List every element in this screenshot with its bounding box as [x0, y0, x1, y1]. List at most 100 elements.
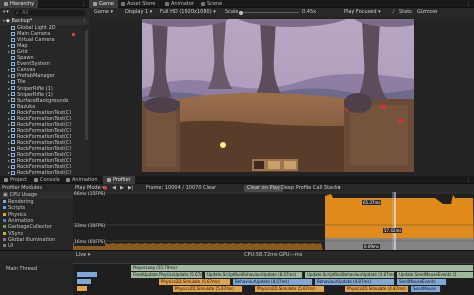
- clear-on-play-toggle[interactable]: Clear on Play: [244, 184, 283, 192]
- play-mode-dropdown[interactable]: Play Focused ▾: [341, 9, 389, 16]
- scene-root[interactable]: ▾◆ Backup*: [0, 18, 89, 25]
- scene-options-icon[interactable]: ⋮: [82, 18, 87, 24]
- category-label: UI: [8, 243, 14, 250]
- hierarchy-search-bar: +▾ ⌕ All: [0, 8, 89, 17]
- tab-hierarchy[interactable]: Hierarchy: [0, 0, 39, 8]
- timeline-bar-update-1[interactable]: Update.ScriptRunBehaviourUpdate (8.07ms): [205, 272, 303, 278]
- timeline-bar-physics-2[interactable]: Physics2D.Simulate (5.67ms): [173, 286, 243, 292]
- add-button[interactable]: +▾: [2, 9, 9, 16]
- gameobject-icon: [11, 170, 15, 175]
- thread-list: Main Thread: [0, 258, 73, 295]
- search-icon: ⌕: [16, 9, 19, 16]
- scale-slider-handle[interactable]: [239, 10, 243, 15]
- category-label: Scripts: [8, 205, 26, 212]
- timeline-bar-update-2[interactable]: Update.ScriptRunBehaviourUpdate (4.87ms): [305, 272, 395, 278]
- timeline-bar-physics-1[interactable]: Physics2D.Simulate (5.67ms): [159, 279, 231, 285]
- more-options-icon[interactable]: ⋮: [466, 176, 471, 184]
- category-color-swatch: [3, 231, 6, 235]
- gameobject-icon: [11, 128, 15, 133]
- scale-slider[interactable]: [239, 10, 299, 15]
- game-view-render[interactable]: [142, 19, 414, 172]
- gameobject-icon: [11, 37, 15, 42]
- gameobject-icon: [11, 55, 15, 60]
- profiler-icon: [107, 177, 111, 182]
- list-icon: [4, 1, 8, 6]
- record-icon[interactable]: ●: [103, 184, 107, 192]
- gizmos-button[interactable]: Gizmos: [417, 9, 435, 16]
- bottom-tabbar: Project Console Animation Profiler ⋮: [0, 176, 474, 184]
- display-mode-dropdown[interactable]: Game ▾: [91, 9, 120, 16]
- profiler-module-list: ▣ CPU Usage Rendering Scripts Physics Animat…: [0, 192, 73, 250]
- category-color-swatch: [3, 200, 6, 203]
- main-thread-label[interactable]: Main Thread: [6, 265, 37, 273]
- scale-value: 0.45x: [302, 9, 317, 15]
- gameobject-icon: [11, 92, 15, 97]
- profiler-modules-label[interactable]: Profiler Modules: [2, 184, 42, 192]
- folder-icon: [4, 177, 8, 182]
- tab-animator[interactable]: Animator: [161, 0, 198, 8]
- clear-button[interactable]: Clear: [203, 184, 216, 192]
- gameobject-icon: [11, 73, 15, 78]
- category-label: Rendering: [8, 199, 34, 205]
- gameobject-icon: [11, 79, 15, 84]
- timeline-bar-playerloop[interactable]: PlayerLoop (55.79ms): [131, 265, 474, 271]
- resolution-dropdown[interactable]: Full HD (1920x1080) ▾: [157, 9, 219, 16]
- graph-baseline-area: [73, 243, 323, 250]
- deep-profile-toggle[interactable]: Deep Profile: [281, 184, 311, 192]
- gameobject-icon: [11, 104, 15, 109]
- timeline-bar-sendmouse-2[interactable]: SendMouseEvents: [397, 279, 447, 285]
- cpu-icon: ▣: [3, 192, 8, 198]
- timeline-bar-physics-3[interactable]: Physics2D.Simulate (5.67ms): [255, 286, 325, 292]
- tab-project[interactable]: Project: [0, 176, 31, 184]
- next-frame-icon[interactable]: ▶: [120, 184, 124, 192]
- tab-asset-store[interactable]: Asset Store: [117, 0, 159, 8]
- timeline-bar-physics-4[interactable]: Physics2D.Simulate (4.87ms): [345, 286, 409, 292]
- scene-icon: [201, 1, 205, 6]
- hierarchy-scrollbar[interactable]: [85, 30, 88, 140]
- game-toolbar: Game ▾ Display 1 ▾ Full HD (1920x1080) ▾…: [89, 8, 474, 17]
- timeline-bar-behaviour-1[interactable]: BehaviourUpdate (8.07ms): [233, 279, 313, 285]
- more-options-icon[interactable]: ⋮: [81, 0, 86, 8]
- gameobject-icon: [11, 158, 15, 163]
- gameobject-icon: [11, 98, 15, 103]
- previous-frame-icon[interactable]: ◀: [112, 184, 116, 192]
- timeline-bar-fixedupdate[interactable]: FixedUpdate.PhysicsUpdate (5.67ms): [131, 272, 203, 278]
- gameobject-icon: [11, 122, 15, 127]
- player-character: [220, 142, 226, 148]
- gameobject-icon: [11, 146, 15, 151]
- tab-console[interactable]: Console: [30, 176, 64, 184]
- call-stacks-chevron-icon[interactable]: ▾: [338, 184, 341, 192]
- call-stacks-dropdown[interactable]: Call Stacks: [313, 184, 340, 192]
- hierarchy-search-input[interactable]: ⌕ All: [14, 9, 86, 16]
- main-tabbar: Game Asset Store Animator Scene ⋮: [89, 0, 474, 8]
- more-options-icon[interactable]: ⋮: [466, 0, 471, 8]
- gizmos-dropdown-icon[interactable]: ▾: [435, 9, 438, 16]
- category-color-swatch: [3, 244, 6, 248]
- frame-counter: Frame: 10004 / 10070: [146, 185, 202, 191]
- tab-scene[interactable]: Scene: [197, 0, 226, 8]
- unity-scene-icon: ◆: [6, 18, 10, 24]
- timeline-bar-behaviour-2[interactable]: BehaviourUpdate (4.87ms): [315, 279, 395, 285]
- cpu-category-item[interactable]: UI: [0, 243, 73, 249]
- animation-icon: [66, 177, 70, 182]
- gameobject-icon: [11, 164, 15, 169]
- hierarchy-tabbar: Hierarchy ⋮: [0, 0, 89, 8]
- category-label: Animation: [8, 217, 34, 224]
- tab-game[interactable]: Game: [89, 0, 118, 8]
- cpu-usage-graph[interactable]: [73, 192, 474, 250]
- tab-animation[interactable]: Animation: [62, 176, 102, 184]
- mute-audio-icon[interactable]: ♪: [392, 9, 395, 16]
- gameobject-icon: [11, 140, 15, 145]
- cpu-usage-module[interactable]: ▣ CPU Usage: [0, 192, 73, 199]
- tab-profiler[interactable]: Profiler: [103, 176, 135, 184]
- display-dropdown[interactable]: Display 1 ▾: [122, 9, 154, 16]
- timeline-bar-sendmouse-3[interactable]: SendMouse: [411, 286, 441, 292]
- gameobject-icon: [11, 25, 15, 30]
- current-frame-icon[interactable]: ▶|: [128, 184, 134, 192]
- category-label: Physics: [8, 211, 27, 218]
- gamepad-icon: [93, 1, 97, 6]
- stats-button[interactable]: Stats: [399, 9, 412, 16]
- category-label: Global Illumination: [8, 236, 56, 243]
- timeline-bar-sendmouse[interactable]: Update.SendMouseEvents (1: [397, 272, 474, 278]
- gameobject-icon: [11, 86, 15, 90]
